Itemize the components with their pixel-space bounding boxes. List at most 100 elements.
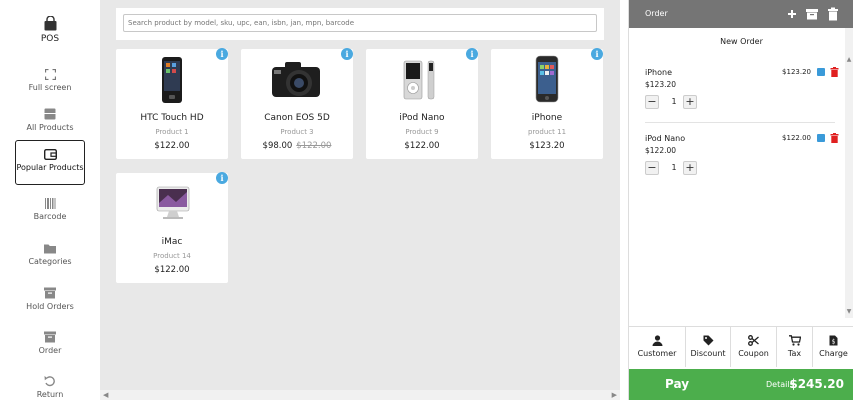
product-area: i HTC Touch HD Product 1 $122.00 i Canon… [100,0,620,400]
quantity-value[interactable]: 1 [669,97,679,106]
pos-label: POS [40,34,60,44]
scroll-right-icon[interactable]: ▶ [612,390,617,400]
action-label: Charge [819,349,848,358]
cart-icon [788,335,801,346]
tax-button[interactable]: Tax [777,327,813,367]
coupon-button[interactable]: Coupon [731,327,777,367]
sidebar-item-label: Popular Products [16,163,84,172]
box-icon [44,108,56,120]
archive-icon[interactable] [806,7,818,21]
product-name: HTC Touch HD [140,113,204,123]
order-item-line-price: $122.00 [782,134,811,142]
info-icon[interactable]: i [216,48,228,60]
archive-icon [44,287,56,299]
product-sale-price: $98.00 [262,141,293,151]
info-icon[interactable]: i [466,48,478,60]
pay-button[interactable]: Pay [665,377,689,391]
user-icon [652,335,662,346]
archive-icon [44,331,56,343]
sidebar-item-hold-orders[interactable]: Hold Orders [0,287,100,311]
product-name: iPhone [531,113,563,123]
order-total: $245.20 [789,377,844,391]
product-model: Product 9 [405,128,439,136]
product-card-imac[interactable]: i iMac Product 14 $122.00 [116,172,228,283]
product-model: product 11 [527,128,567,136]
scroll-down-icon[interactable]: ▼ [845,308,853,315]
undo-icon [44,376,55,387]
sidebar-item-full-screen[interactable]: Full screen [0,69,100,92]
product-image-imac [156,186,190,219]
order-item-name: iPhone [645,68,673,77]
scroll-up-icon[interactable]: ▲ [845,56,853,63]
sidebar-item-categories[interactable]: Categories [0,243,100,266]
order-item-name: iPod Nano [645,134,686,143]
product-model: Product 3 [280,128,314,136]
charge-button[interactable]: $ Charge [813,327,853,367]
trash-icon[interactable] [830,133,839,143]
trash-icon[interactable] [827,7,839,21]
sidebar-item-order[interactable]: Order [0,331,100,355]
order-actions: Customer Discount Coupon Tax $ Charge [629,326,853,367]
order-title: Order [645,9,668,18]
action-label: Tax [787,349,802,358]
order-item: iPhone $123.20 $123.20 − 1 + [645,67,841,128]
info-icon[interactable]: i [341,48,353,60]
decrease-qty-button[interactable]: − [645,161,659,175]
search-input[interactable] [123,14,597,32]
order-header: Order [629,0,853,28]
product-card-ipod-nano[interactable]: i iPod Nano Product 9 $122.00 [366,48,478,159]
sidebar-item-label: Full screen [28,83,72,92]
plus-icon[interactable] [786,7,798,21]
product-card-iphone[interactable]: i iPhone product 11 $123.20 [491,48,603,159]
product-model: Product 14 [153,252,191,260]
product-image-ipod-nano [403,60,435,100]
fullscreen-icon [44,69,56,80]
new-order-label: New Order [720,37,763,46]
product-price: $98.00 $122.00 [241,141,353,151]
quantity-value[interactable]: 1 [669,163,679,172]
folder-icon [44,244,56,254]
info-icon[interactable]: i [591,48,603,60]
product-price: $122.00 [404,141,440,151]
product-model: Product 1 [155,128,189,136]
customer-button[interactable]: Customer [629,327,686,367]
sidebar-item-label: Barcode [33,212,67,221]
product-image-iphone [535,55,559,103]
trash-icon[interactable] [830,67,839,77]
product-card-htc-touch-hd[interactable]: i HTC Touch HD Product 1 $122.00 [116,48,228,159]
order-item-unit-price: $123.20 [645,80,677,89]
action-label: Customer [637,349,677,358]
sidebar-item-return[interactable]: Return [0,375,100,399]
increase-qty-button[interactable]: + [683,95,697,109]
action-label: Discount [690,349,726,358]
order-item-line-price: $123.20 [782,68,811,76]
increase-qty-button[interactable]: + [683,161,697,175]
svg-text:$: $ [832,339,836,346]
vertical-scrollbar[interactable]: ▲ ▼ [845,28,853,318]
pos-logo: POS [0,16,100,44]
sidebar-item-all-products[interactable]: All Products [0,108,100,132]
sidebar-item-label: Order [38,346,62,355]
pay-bar[interactable]: Pay Details $245.20 [629,369,853,400]
sidebar-item-popular-products[interactable]: Popular Products [15,140,85,185]
order-item-unit-price: $122.00 [645,146,677,155]
sidebar: POS Full screen All Products Popular Pro… [0,0,100,400]
product-name: iMac [161,237,183,247]
barcode-icon [44,198,55,209]
product-image-htc [162,57,182,103]
info-icon[interactable]: i [216,172,228,184]
order-panel: Order New Order iPhone $123.20 $123.20 −… [628,0,853,400]
product-card-canon-eos-5d[interactable]: i Canon EOS 5D Product 3 $98.00 $122.00 [241,48,353,159]
horizontal-scrollbar[interactable]: ◀ ▶ [100,390,620,400]
discount-button[interactable]: Discount [686,327,731,367]
product-price: $122.00 [154,265,190,275]
decrease-qty-button[interactable]: − [645,95,659,109]
scissors-icon [748,335,759,346]
edit-icon[interactable] [817,68,825,76]
product-name: Canon EOS 5D [264,113,330,123]
sidebar-item-barcode[interactable]: Barcode [0,198,100,221]
shopping-bag-icon [44,16,56,31]
edit-icon[interactable] [817,134,825,142]
receipt-icon: $ [829,335,838,346]
scroll-left-icon[interactable]: ◀ [103,390,108,400]
